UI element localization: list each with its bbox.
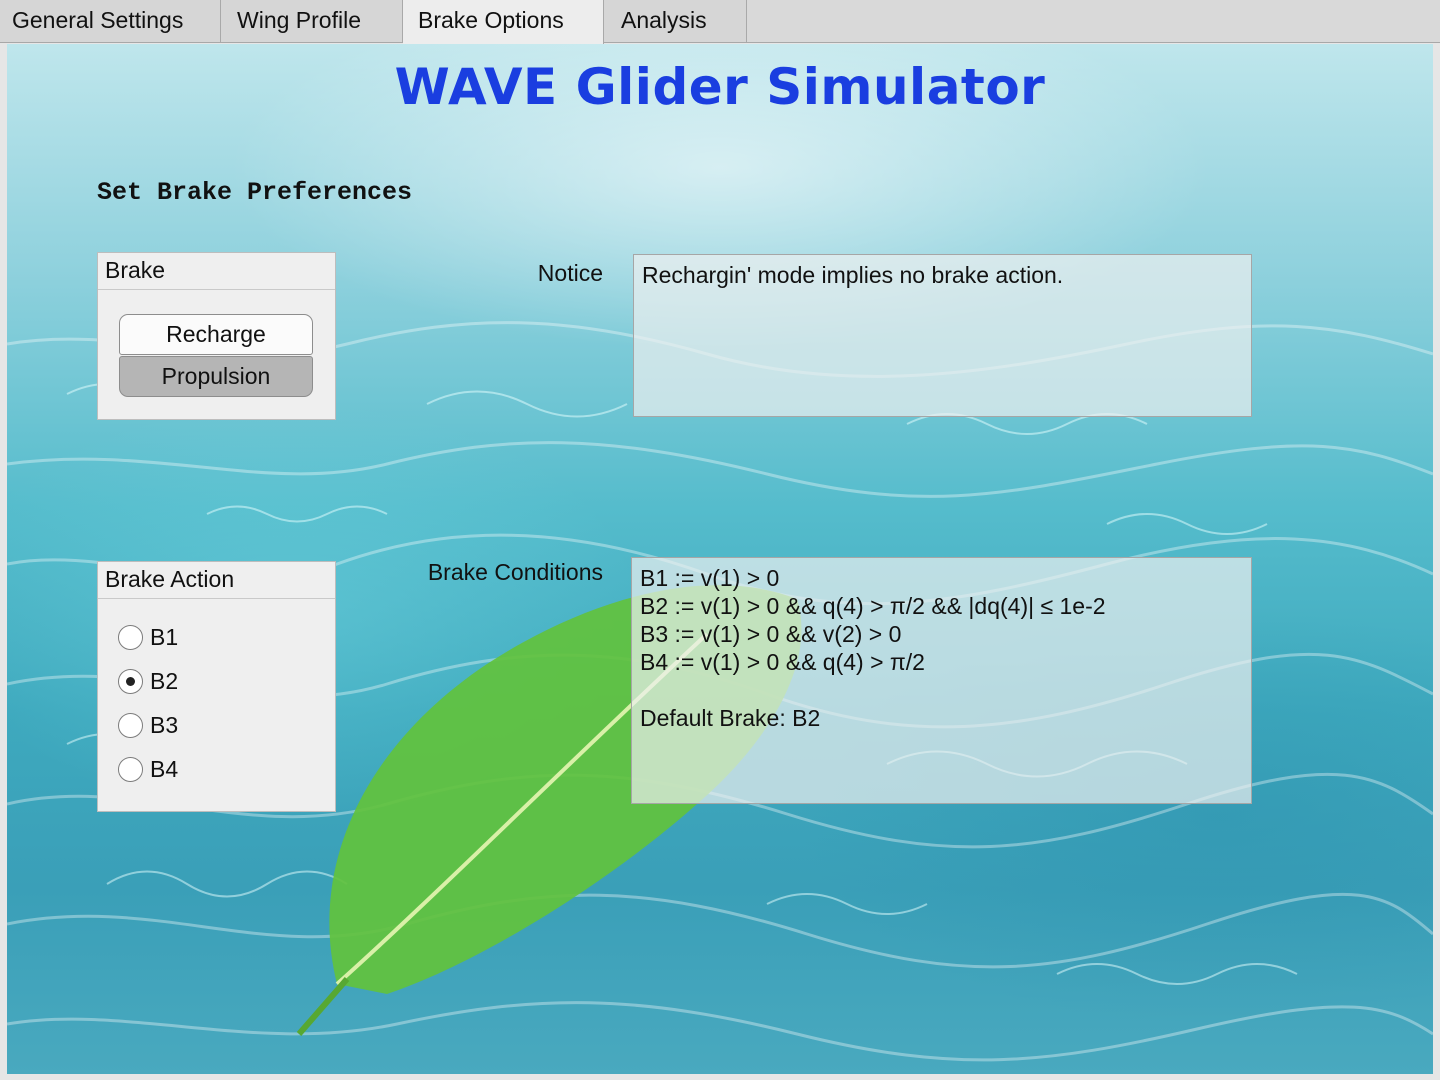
brake-options-panel: WAVE Glider Simulator Set Brake Preferen…: [7, 44, 1433, 1074]
section-title: Set Brake Preferences: [97, 178, 413, 207]
brake-action-group: Brake Action B1 B2 B3 B4: [97, 561, 336, 812]
notice-text: Rechargin' mode implies no brake action.: [642, 262, 1064, 288]
tab-brake-options[interactable]: Brake Options: [403, 0, 604, 44]
tab-general-settings[interactable]: General Settings: [0, 0, 221, 42]
app-title: WAVE Glider Simulator: [394, 58, 1046, 116]
radio-label-b3: B3: [150, 711, 179, 738]
radio-b4[interactable]: B4: [118, 753, 178, 785]
radio-button-icon[interactable]: [118, 712, 143, 738]
condition-line: B4 := v(1) > 0 && q(4) > π/2: [640, 649, 925, 675]
brake-action-group-title: Brake Action: [98, 562, 335, 599]
tab-wing-profile[interactable]: Wing Profile: [221, 0, 403, 42]
default-brake-line: Default Brake: B2: [640, 705, 821, 731]
radio-b2[interactable]: B2: [118, 665, 178, 697]
notice-textarea[interactable]: Rechargin' mode implies no brake action.: [633, 254, 1252, 417]
radio-button-checked-icon[interactable]: [118, 668, 143, 694]
radio-button-icon[interactable]: [118, 624, 143, 650]
brake-conditions-textarea[interactable]: B1 := v(1) > 0 B2 := v(1) > 0 && q(4) > …: [631, 557, 1252, 804]
propulsion-button[interactable]: Propulsion: [119, 356, 313, 397]
recharge-button[interactable]: Recharge: [119, 314, 313, 355]
radio-label-b4: B4: [150, 755, 179, 782]
brake-conditions-label: Brake Conditions: [427, 559, 603, 585]
radio-label-b1: B1: [150, 623, 179, 650]
condition-line: B2 := v(1) > 0 && q(4) > π/2 && |dq(4)| …: [640, 593, 1106, 619]
tab-analysis[interactable]: Analysis: [604, 0, 747, 42]
tab-bar: General Settings Wing Profile Brake Opti…: [0, 0, 1440, 44]
condition-line: B1 := v(1) > 0: [640, 565, 780, 591]
radio-label-b2: B2: [150, 667, 179, 694]
radio-b3[interactable]: B3: [118, 709, 178, 741]
brake-group-title: Brake: [98, 253, 335, 290]
notice-label: Notice: [537, 260, 603, 286]
radio-b1[interactable]: B1: [118, 621, 178, 653]
brake-group: Brake Recharge Propulsion: [97, 252, 336, 420]
condition-line: B3 := v(1) > 0 && v(2) > 0: [640, 621, 902, 647]
radio-button-icon[interactable]: [118, 756, 143, 782]
